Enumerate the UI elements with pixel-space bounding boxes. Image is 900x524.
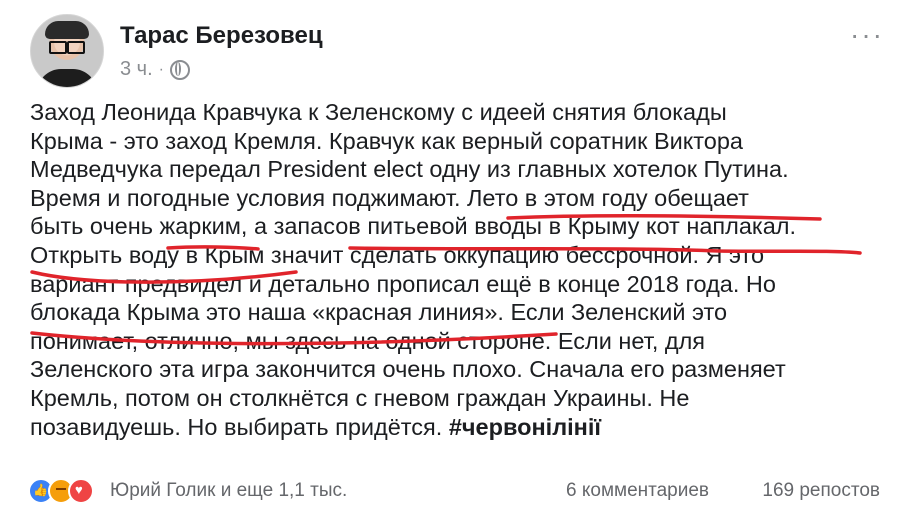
- avatar-hair: [45, 21, 89, 39]
- post-line: понимает, отлично, мы здесь на одной сто…: [30, 327, 706, 354]
- post-line-text: позавидуешь. Но выбирать придётся.: [30, 413, 443, 440]
- post-line: быть очень жарким, а запасов питьевой вв…: [30, 213, 796, 240]
- post-line: Медведчука передал President elect одну …: [30, 156, 789, 183]
- love-icon: [68, 478, 94, 504]
- post-line: Кремль, потом он столкнётся с гневом гра…: [30, 384, 690, 411]
- post-time[interactable]: 3 ч.: [120, 58, 153, 81]
- post-line: Заход Леонида Кравчука к Зеленскому с ид…: [30, 99, 727, 125]
- reaction-icons[interactable]: [28, 478, 94, 504]
- avatar-glasses: [49, 41, 85, 54]
- comments-count[interactable]: 6 комментариев: [566, 480, 709, 502]
- post-text: Заход Леонида Кравчука к Зеленскому с ид…: [30, 98, 880, 441]
- post-line: вариант предвидел и детально прописал ещ…: [30, 270, 776, 297]
- avatar-shirt: [37, 69, 97, 87]
- more-horizontal-icon[interactable]: ···: [850, 21, 884, 49]
- post-line: Крыма - это заход Кремля. Кравчук как ве…: [30, 127, 743, 154]
- hashtag-link[interactable]: #червонілінії: [449, 414, 601, 440]
- globe-icon[interactable]: [169, 59, 190, 80]
- post-line: блокада Крыма это наша «красная линия». …: [30, 299, 728, 326]
- author-name[interactable]: Тарас Березовец: [120, 22, 323, 50]
- post-line: Открыть воду в Крым значит сделать оккуп…: [30, 241, 765, 268]
- post-header: Тарас Березовец 3 ч. · ···: [30, 14, 890, 94]
- reactors-link[interactable]: Юрий Голик и еще 1,1 тыс.: [110, 480, 347, 502]
- avatar[interactable]: [30, 14, 104, 88]
- post-line-last: позавидуешь. Но выбирать придётся. #черв…: [30, 413, 880, 442]
- post-line: Время и погодные условия поджимают. Лето…: [30, 184, 749, 211]
- meta-separator: ·: [158, 60, 164, 78]
- post-footer: Юрий Голик и еще 1,1 тыс. 6 комментариев…: [28, 478, 880, 504]
- shares-count[interactable]: 169 репостов: [762, 480, 880, 502]
- post-line: Зеленского эта игра закончится очень пло…: [30, 356, 786, 383]
- post-meta: 3 ч. ·: [120, 58, 190, 81]
